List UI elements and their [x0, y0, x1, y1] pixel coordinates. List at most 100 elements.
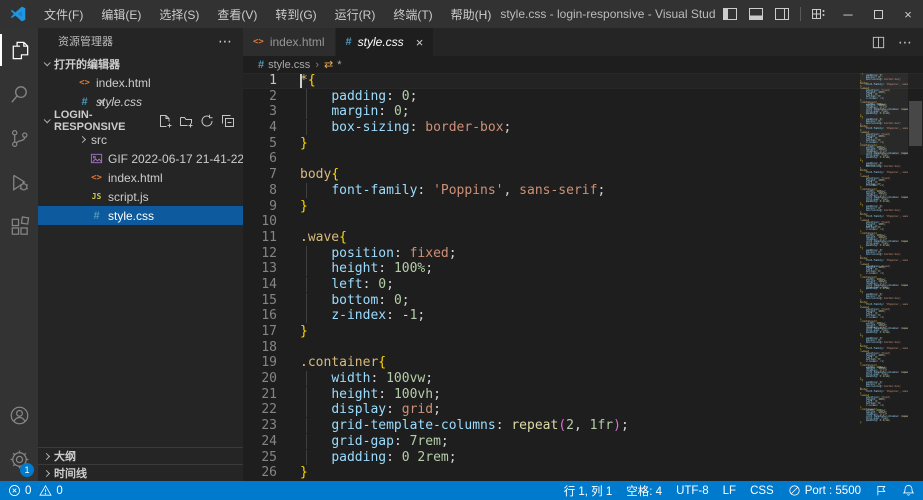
- timeline-section-header[interactable]: 时间线: [38, 464, 243, 481]
- code-line-10[interactable]: 10: [243, 214, 923, 230]
- code-line-14[interactable]: 14 left: 0;: [243, 277, 923, 293]
- tree-item-index-html[interactable]: <> index.html: [38, 168, 243, 187]
- split-editor-icon[interactable]: [871, 35, 886, 50]
- code-line-26[interactable]: 26}: [243, 465, 923, 481]
- code-line-20[interactable]: 20 width: 100vw;: [243, 371, 923, 387]
- eol-sequence[interactable]: LF: [723, 485, 736, 497]
- toggle-sidebar-icon[interactable]: [722, 6, 738, 22]
- source-control-icon[interactable]: [0, 116, 38, 160]
- breadcrumb-symbol[interactable]: *: [337, 59, 341, 71]
- code-line-8[interactable]: 8 font-family: 'Poppins', sans-serif;: [243, 183, 923, 199]
- menu-item-2[interactable]: 选择(S): [150, 0, 208, 28]
- code-line-15[interactable]: 15 bottom: 0;: [243, 293, 923, 309]
- settings-gear-icon[interactable]: 1: [0, 437, 38, 481]
- toggle-panel-icon[interactable]: [748, 6, 764, 22]
- menu-item-0[interactable]: 文件(F): [35, 0, 92, 28]
- explorer-icon[interactable]: [0, 28, 38, 72]
- notifications-bell-icon[interactable]: [902, 484, 915, 497]
- line-number: 1: [243, 73, 277, 89]
- port-label: Port : 5500: [805, 485, 861, 497]
- code-editor[interactable]: 1*{2 padding: 0;3 margin: 0;4 box-sizing…: [243, 73, 923, 481]
- extensions-icon[interactable]: [0, 204, 38, 248]
- line-number: 26: [243, 465, 277, 481]
- close-button[interactable]: ×: [893, 0, 923, 28]
- code-line-7[interactable]: 7body{: [243, 167, 923, 183]
- code-line-2[interactable]: 2 padding: 0;: [243, 89, 923, 105]
- customize-layout-icon[interactable]: [811, 6, 827, 22]
- tree-item-label: index.html: [108, 171, 163, 185]
- code-line-17[interactable]: 17}: [243, 324, 923, 340]
- code-line-11[interactable]: 11.wave{: [243, 230, 923, 246]
- encoding[interactable]: UTF-8: [676, 485, 709, 497]
- code-line-3[interactable]: 3 margin: 0;: [243, 104, 923, 120]
- indentation[interactable]: 空格: 4: [626, 483, 662, 499]
- menu-item-3[interactable]: 查看(V): [208, 0, 266, 28]
- maximize-button[interactable]: [863, 0, 893, 28]
- code-line-22[interactable]: 22 display: grid;: [243, 402, 923, 418]
- code-line-6[interactable]: 6: [243, 151, 923, 167]
- minimize-button[interactable]: ─: [833, 0, 863, 28]
- language-mode[interactable]: CSS: [750, 485, 774, 497]
- code-line-13[interactable]: 13 height: 100%;: [243, 261, 923, 277]
- menu-item-1[interactable]: 编辑(E): [92, 0, 150, 28]
- code-line-9[interactable]: 9}: [243, 199, 923, 215]
- code-line-16[interactable]: 16 z-index: -1;: [243, 308, 923, 324]
- warning-icon: [39, 484, 52, 497]
- titlebar: 文件(F)编辑(E)选择(S)查看(V)转到(G)运行(R)终端(T)帮助(H)…: [0, 0, 923, 28]
- menu-item-6[interactable]: 终端(T): [384, 0, 441, 28]
- vertical-scrollbar[interactable]: [909, 101, 922, 146]
- open-editor-index-html[interactable]: <> index.html: [38, 73, 243, 92]
- editor-group: <> index.html # style.css × ⋯ # style.cs…: [243, 28, 923, 481]
- open-editor-style-css[interactable]: × # style.css: [38, 92, 243, 111]
- menu-item-7[interactable]: 帮助(H): [442, 0, 501, 28]
- tab-style-css[interactable]: # style.css ×: [336, 28, 435, 56]
- account-icon[interactable]: [0, 393, 38, 437]
- menu-item-4[interactable]: 转到(G): [266, 0, 325, 28]
- collapse-all-icon[interactable]: [221, 114, 235, 128]
- tree-item-style-css[interactable]: # style.css: [38, 206, 243, 225]
- toggle-secondary-sidebar-icon[interactable]: [774, 6, 790, 22]
- explorer-more-actions-icon[interactable]: ⋯: [218, 33, 233, 50]
- code-line-1[interactable]: 1*{: [243, 73, 923, 89]
- image-file-icon: [90, 152, 103, 165]
- feedback-icon[interactable]: [875, 484, 888, 497]
- tree-item-gif[interactable]: GIF 2022-06-17 21-41-22.gif: [38, 149, 243, 168]
- activity-bar-spacer: [0, 248, 38, 393]
- refresh-icon[interactable]: [200, 114, 214, 128]
- line-number: 23: [243, 418, 277, 434]
- problems-status[interactable]: 0 0: [8, 484, 63, 497]
- new-folder-icon[interactable]: [179, 114, 193, 128]
- outline-label: 大纲: [54, 448, 76, 464]
- chevron-right-icon: [43, 469, 50, 476]
- close-tab-icon[interactable]: ×: [416, 35, 424, 50]
- search-icon[interactable]: [0, 72, 38, 116]
- new-file-icon[interactable]: [158, 114, 172, 128]
- line-number: 8: [243, 183, 277, 199]
- tree-item-script-js[interactable]: JS script.js: [38, 187, 243, 206]
- close-editor-icon[interactable]: ×: [98, 95, 105, 109]
- open-editor-label: index.html: [96, 76, 151, 90]
- cursor-position[interactable]: 行 1, 列 1: [564, 483, 613, 499]
- tab-index-html[interactable]: <> index.html: [243, 28, 336, 56]
- outline-section-header[interactable]: 大纲: [38, 447, 243, 464]
- activity-bar: 1: [0, 28, 38, 481]
- code-line-21[interactable]: 21 height: 100vh;: [243, 387, 923, 403]
- window-title: style.css - login-responsive - Visual St…: [500, 7, 716, 21]
- open-editors-section-header[interactable]: 打开的编辑器: [38, 54, 243, 73]
- code-line-5[interactable]: 5}: [243, 136, 923, 152]
- code-line-24[interactable]: 24 grid-gap: 7rem;: [243, 434, 923, 450]
- run-debug-icon[interactable]: [0, 160, 38, 204]
- code-line-23[interactable]: 23 grid-template-columns: repeat(2, 1fr)…: [243, 418, 923, 434]
- code-line-4[interactable]: 4 box-sizing: border-box;: [243, 120, 923, 136]
- folder-section-header[interactable]: LOGIN-RESPONSIVE: [38, 111, 243, 130]
- menu-item-5[interactable]: 运行(R): [326, 0, 385, 28]
- breadcrumb-file[interactable]: style.css: [268, 59, 310, 71]
- minimap[interactable]: *{ padding: 0; margin: 0; box-sizing: bo…: [860, 73, 908, 481]
- tree-item-src[interactable]: src: [38, 130, 243, 149]
- code-line-25[interactable]: 25 padding: 0 2rem;: [243, 450, 923, 466]
- code-line-12[interactable]: 12 position: fixed;: [243, 246, 923, 262]
- code-line-18[interactable]: 18: [243, 340, 923, 356]
- code-line-19[interactable]: 19.container{: [243, 355, 923, 371]
- live-server-port[interactable]: Port : 5500: [788, 484, 861, 497]
- editor-more-actions-icon[interactable]: ⋯: [898, 34, 913, 51]
